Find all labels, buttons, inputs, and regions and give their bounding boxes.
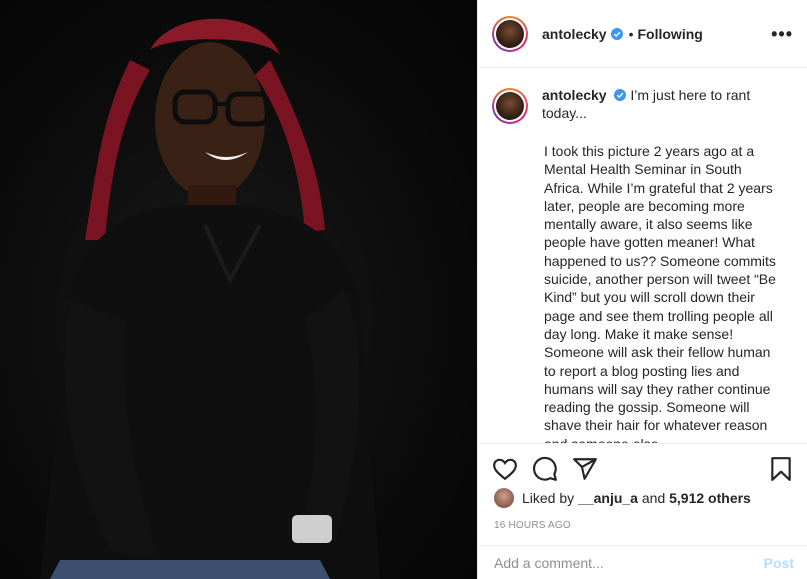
likes-connector: and (641, 490, 666, 506)
post-details-panel: antolecky • Following ••• antolecky I’m … (477, 0, 807, 579)
likes-prefix: Liked by (522, 490, 575, 506)
post-header: antolecky • Following ••• (478, 0, 807, 68)
bookmark-icon[interactable] (768, 456, 794, 482)
heart-icon[interactable] (492, 456, 518, 482)
post-actions-bar (478, 443, 807, 493)
header-separator: • (628, 25, 634, 42)
following-button[interactable]: Following (638, 26, 703, 42)
share-icon[interactable] (572, 456, 598, 482)
likes-summary: Liked by __anju_a and 5,912 others (494, 488, 751, 508)
caption-username[interactable]: antolecky (542, 87, 607, 103)
caption-avatar[interactable] (492, 88, 528, 124)
author-username[interactable]: antolecky (542, 26, 607, 42)
post-photo[interactable] (0, 0, 477, 579)
comment-icon[interactable] (532, 456, 558, 482)
caption-first-line: antolecky I’m just here to rant today... (542, 86, 774, 124)
post-timestamp[interactable]: 16 HOURS AGO (494, 520, 571, 531)
caption-header: antolecky I’m just here to rant today... (492, 86, 794, 124)
likes-others-link[interactable]: 5,912 others (669, 490, 751, 506)
verified-badge-icon (610, 27, 623, 40)
add-comment-bar: Post (478, 545, 807, 579)
liker-avatar[interactable] (494, 488, 514, 508)
post-comment-button[interactable]: Post (764, 555, 794, 571)
liker-username[interactable]: __anju_a (578, 490, 638, 506)
comments-section[interactable]: antolecky I’m just here to rant today...… (478, 68, 807, 443)
caption-body-text: I took this picture 2 years ago at a Men… (544, 143, 776, 443)
more-options-icon[interactable]: ••• (771, 25, 793, 43)
author-avatar[interactable] (492, 15, 528, 52)
portrait-illustration (40, 18, 380, 579)
comment-input[interactable] (494, 554, 764, 571)
verified-badge-icon (614, 89, 627, 101)
